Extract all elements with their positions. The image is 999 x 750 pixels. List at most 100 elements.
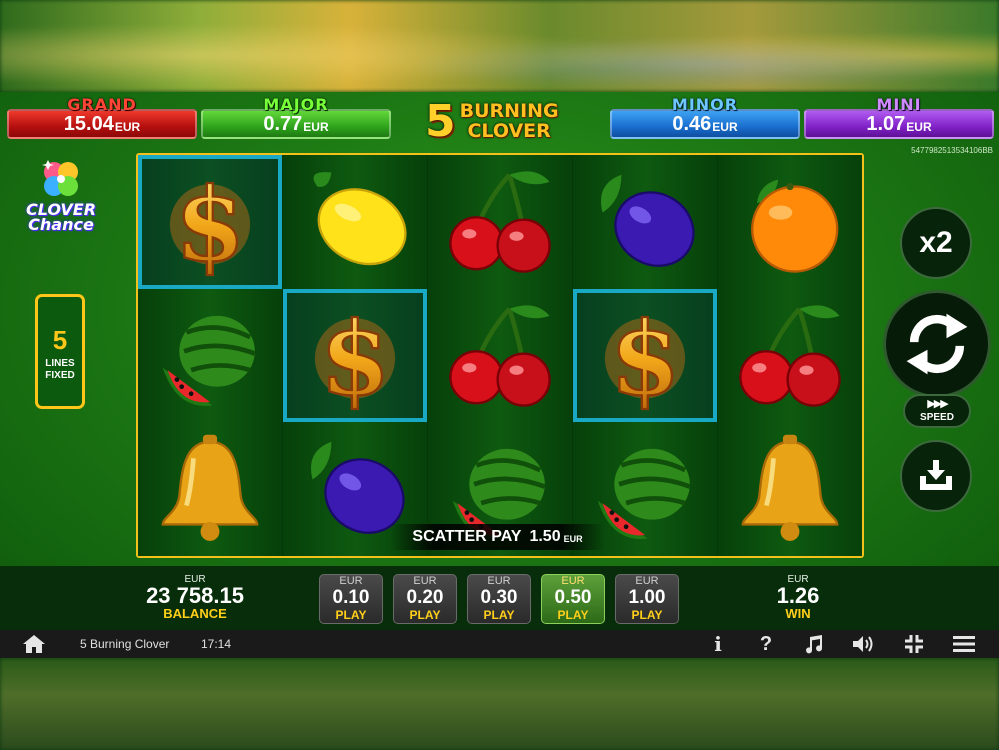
cherry-icon: [449, 171, 551, 273]
scatter-pay-label: SCATTER PAY: [412, 528, 522, 545]
reel-symbol-watermelon: [138, 289, 282, 423]
refresh-icon: [906, 313, 968, 375]
jackpot-grand-title: GRAND: [67, 95, 137, 114]
reel-symbol-dollar: $: [283, 288, 427, 423]
win-amount: 1.26: [776, 583, 820, 608]
spin-button[interactable]: [883, 290, 991, 398]
clock: 17:14: [201, 637, 232, 651]
reel-2: $: [283, 155, 428, 556]
jackpot-grand-amount: 15.04: [63, 112, 114, 135]
bet-amount: 0.20: [406, 587, 444, 608]
logo-line2: CLOVER: [467, 120, 551, 142]
collect-button[interactable]: [900, 440, 972, 512]
lines-label1: LINES: [45, 358, 75, 369]
clover-chance-line2: Chance: [28, 215, 94, 234]
system-bar: 5 Burning Clover 17:14 i ?: [0, 630, 999, 658]
game-logo: 5 BURNING CLOVER: [425, 95, 575, 147]
reel-symbol-dollar: $: [138, 155, 282, 289]
jackpot-minor-title: MINOR: [671, 95, 739, 114]
background-blur-bottom: [0, 658, 999, 750]
bell-icon: [161, 434, 259, 542]
watermelon-icon: [162, 315, 256, 406]
bet-button-0.20[interactable]: EUR 0.20 PLAY: [393, 574, 457, 624]
game-name: 5 Burning Clover: [80, 637, 170, 651]
jackpot-minor-amount: 0.46: [672, 112, 712, 135]
bet-button-1.00[interactable]: EUR 1.00 PLAY: [615, 574, 679, 624]
balance-label: BALANCE: [163, 606, 227, 621]
bottom-panel: EUR 23 758.15 BALANCE EUR 0.10 PLAY EUR …: [0, 566, 999, 630]
reel-symbol-cherry: [428, 289, 572, 423]
collect-icon: [920, 460, 952, 490]
reel-5: [718, 155, 862, 556]
logo-text: BURNING CLOVER: [460, 101, 559, 141]
reel-4: $: [573, 155, 718, 556]
info-icon[interactable]: i: [710, 632, 726, 656]
session-id: 5477982513534106BB: [911, 146, 993, 155]
dollar-icon: $: [604, 297, 686, 415]
fast-forward-icon: ▶▶▶: [927, 398, 948, 410]
lines-count: 5: [52, 325, 68, 355]
jackpot-mini: 1.07 EUR MINI: [804, 95, 994, 139]
jackpot-major: 0.77 EUR MAJOR: [201, 95, 391, 139]
menu-icon[interactable]: [952, 633, 976, 655]
jackpot-minor: 0.46 EUR MINOR: [610, 95, 800, 139]
scatter-pay-amount: 1.50: [529, 528, 561, 545]
lemon-icon: [313, 171, 407, 265]
reel-symbol-bell: [138, 422, 282, 556]
win-label: WIN: [785, 606, 811, 621]
reel-symbol-lemon: [283, 155, 427, 289]
reel-1: $: [138, 155, 283, 556]
reel-symbol-dollar: $: [573, 288, 717, 423]
svg-text:$: $: [175, 165, 246, 281]
jackpot-major-currency: EUR: [303, 119, 329, 134]
svg-text:$: $: [610, 298, 681, 414]
speed-button[interactable]: ▶▶▶ SPEED: [903, 394, 971, 428]
fullscreen-exit-icon[interactable]: [902, 633, 926, 655]
logo-number: 5: [425, 95, 456, 147]
clover-icon: [38, 156, 84, 202]
bet-label: PLAY: [335, 608, 367, 622]
reel-grid: $ $ $: [136, 153, 864, 558]
bet-label: PLAY: [631, 608, 663, 622]
help-icon[interactable]: ?: [756, 633, 776, 655]
speed-label: SPEED: [920, 412, 954, 423]
lines-label2: FIXED: [45, 370, 75, 381]
jackpot-minor-currency: EUR: [712, 119, 738, 134]
bet-label: PLAY: [483, 608, 515, 622]
background-blur-top: [0, 0, 999, 92]
jackpot-grand-currency: EUR: [114, 119, 141, 134]
bet-amount: 0.30: [480, 587, 518, 608]
home-icon[interactable]: [22, 634, 46, 657]
bet-label: PLAY: [409, 608, 441, 622]
balance-amount: 23 758.15: [146, 583, 244, 608]
dollar-icon: $: [169, 163, 251, 281]
scatter-pay-currency: EUR: [563, 534, 583, 544]
reel-symbol-bell: [718, 422, 862, 556]
orange-icon: [751, 179, 839, 273]
game-area: 15.04 EUR GRAND 0.77 EUR MAJOR 5 BURNING C…: [0, 92, 999, 630]
music-icon[interactable]: [802, 633, 826, 655]
clover-chance-text: CLOVER Chance: [18, 202, 104, 234]
lines-indicator: 5 LINES FIXED: [35, 294, 85, 409]
plum-icon: [601, 174, 695, 267]
bet-amount: 0.50: [554, 587, 592, 608]
clover-chance-logo[interactable]: CLOVER Chance: [18, 156, 104, 236]
jackpot-major-title: MAJOR: [263, 95, 329, 114]
bell-icon: [741, 434, 839, 542]
dollar-icon: $: [314, 297, 396, 415]
cherry-icon: [739, 304, 841, 407]
volume-icon[interactable]: [850, 633, 876, 655]
multiplier-button[interactable]: x2: [900, 207, 972, 279]
bet-label: PLAY: [557, 608, 589, 622]
logo-line1: BURNING: [459, 100, 559, 122]
jackpot-mini-currency: EUR: [906, 119, 932, 134]
reel-symbol-plum: [573, 155, 717, 289]
reel-symbol-cherry: [428, 155, 572, 289]
cherry-icon: [449, 304, 551, 407]
bet-button-0.10[interactable]: EUR 0.10 PLAY: [319, 574, 383, 624]
bet-button-0.50[interactable]: EUR 0.50 PLAY: [541, 574, 605, 624]
jackpot-major-amount: 0.77: [263, 112, 303, 135]
bet-amount: 0.10: [332, 587, 370, 608]
jackpot-mini-title: MINI: [876, 95, 922, 114]
bet-button-0.30[interactable]: EUR 0.30 PLAY: [467, 574, 531, 624]
